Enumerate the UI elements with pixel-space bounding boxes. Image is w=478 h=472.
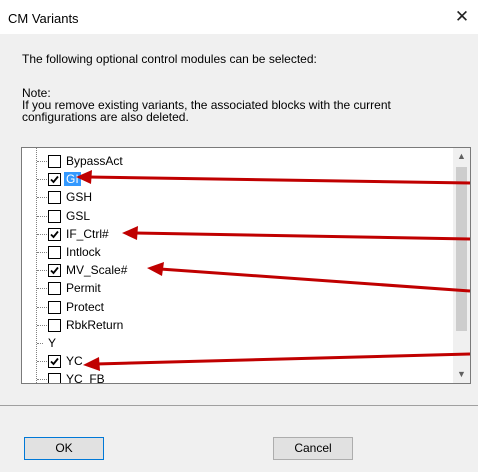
tree-item-label: YC: [66, 354, 83, 369]
checkbox-checked[interactable]: [48, 227, 61, 241]
checkbox-unchecked[interactable]: [48, 246, 61, 259]
note-block: Note: If you remove existing variants, t…: [22, 87, 462, 123]
tree-item-label: GSH: [66, 190, 93, 205]
tree-item-label: GI: [64, 172, 81, 187]
tree-branch-line: [37, 379, 47, 381]
checkbox-unchecked[interactable]: [48, 191, 61, 205]
intro-text: The following optional control modules c…: [22, 52, 317, 66]
checkbox-unchecked[interactable]: [48, 318, 61, 332]
note-line-2: configurations are also deleted.: [22, 110, 189, 124]
tree-branch-line: [37, 324, 47, 326]
tree-item[interactable]: Permit: [22, 280, 452, 297]
tree-item-label: Permit: [66, 281, 101, 296]
tree-item-label: RbkReturn: [66, 317, 124, 332]
window-title: CM Variants: [8, 11, 79, 26]
tree-item[interactable]: Y: [22, 335, 452, 352]
tree-item[interactable]: YC_FB: [22, 371, 452, 384]
tree-branch-line: [37, 288, 47, 290]
scroll-thumb[interactable]: [456, 167, 467, 331]
tree-item-label: Y: [48, 336, 57, 350]
checkbox-unchecked[interactable]: [48, 282, 61, 296]
tree-item-label: IF_Ctrl#: [66, 226, 109, 241]
tree-item[interactable]: RbkReturn: [22, 317, 452, 334]
tree-item-label: BypassAct: [66, 154, 123, 168]
tree-branch-line: [37, 215, 47, 217]
tree-item[interactable]: YC: [22, 353, 452, 370]
checkbox-unchecked[interactable]: [48, 209, 61, 223]
tree-branch-line: [37, 343, 43, 344]
title-bar: CM Variants ✕: [0, 0, 478, 34]
tree-branch-line: [37, 161, 47, 162]
tree-item[interactable]: GSL: [22, 208, 452, 225]
tree-item-label: YC_FB: [66, 372, 105, 384]
checkbox-unchecked[interactable]: [48, 155, 61, 168]
checkbox-checked[interactable]: [48, 355, 61, 369]
tree-item[interactable]: MV_Scale#: [22, 262, 452, 279]
scroll-down-icon[interactable]: ▼: [453, 366, 470, 383]
checkbox-checked[interactable]: [48, 264, 61, 278]
checkbox-checked[interactable]: [48, 173, 61, 187]
tree-branch-line: [37, 306, 47, 308]
tree-item[interactable]: GI: [22, 171, 452, 188]
ok-button[interactable]: OK: [24, 437, 104, 460]
tree-branch-line: [37, 361, 47, 363]
vertical-scrollbar[interactable]: ▲ ▼: [453, 148, 470, 383]
tree-item[interactable]: IF_Ctrl#: [22, 226, 452, 243]
checkbox-unchecked[interactable]: [48, 300, 61, 314]
tree-item-label: MV_Scale#: [66, 263, 128, 278]
tree-branch-line: [37, 270, 47, 272]
tree-item[interactable]: Intlock: [22, 244, 452, 261]
checkbox-unchecked[interactable]: [48, 373, 61, 383]
tree-item[interactable]: BypassAct: [22, 153, 452, 170]
variants-tree[interactable]: BypassAct GI GSH GSL IF_Ctrl# Intlock MV_Scale…: [21, 147, 471, 384]
tree-branch-line: [37, 179, 47, 181]
divider: [0, 405, 478, 406]
tree-branch-line: [37, 197, 47, 199]
tree-branch-line: [37, 233, 47, 235]
tree-item-label: Protect: [66, 299, 105, 314]
cancel-button[interactable]: Cancel: [273, 437, 353, 460]
scroll-up-icon[interactable]: ▲: [453, 148, 470, 165]
tree-item[interactable]: GSH: [22, 189, 452, 206]
close-icon[interactable]: ✕: [448, 4, 476, 30]
tree-branch-line: [37, 252, 47, 253]
tree-item-label: Intlock: [66, 245, 101, 259]
tree-item[interactable]: Protect: [22, 299, 452, 316]
tree-item-label: GSL: [66, 208, 91, 223]
